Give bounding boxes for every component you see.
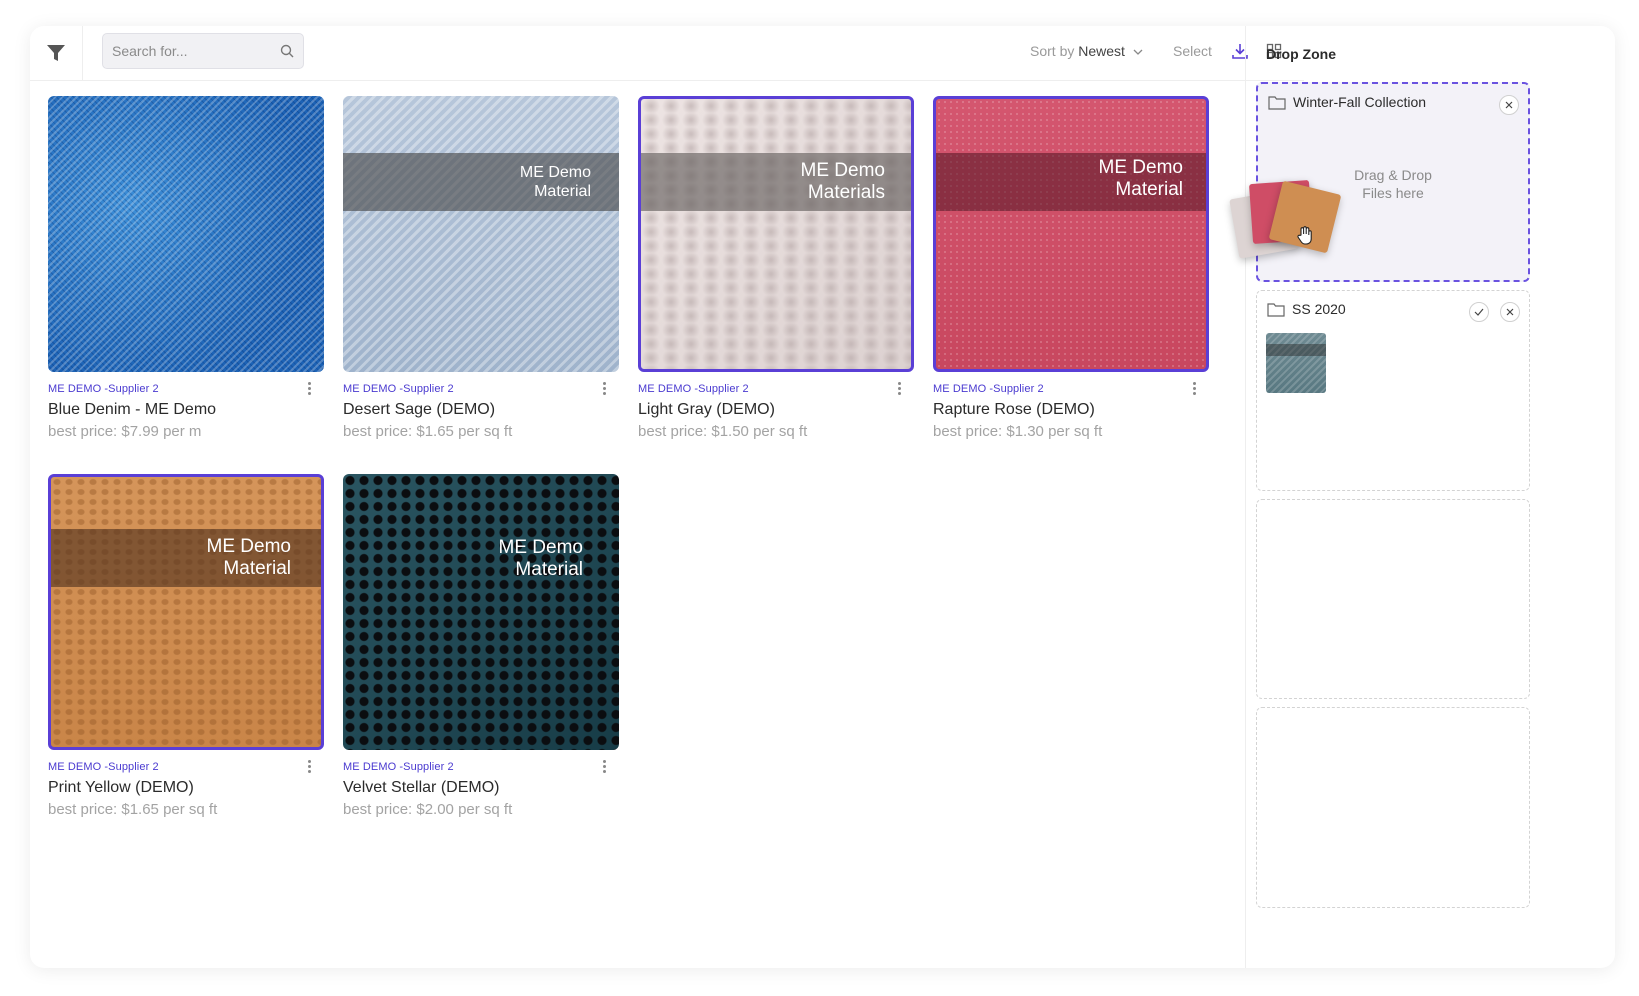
empty-drop-slot[interactable] [1256, 707, 1530, 908]
sort-value: Newest [1078, 43, 1125, 59]
empty-drop-slot[interactable] [1256, 499, 1530, 699]
folder-icon [1268, 95, 1286, 110]
product-price: best price: $1.30 per sq ft [933, 423, 1103, 440]
product-name[interactable]: Blue Denim - ME Demo [48, 401, 216, 419]
product-card[interactable]: ME Demo Material ME DEMO -Supplier 2 Velv… [343, 474, 619, 818]
search-input[interactable] [112, 34, 272, 68]
product-price: best price: $1.50 per sq ft [638, 423, 808, 440]
remove-collection-button[interactable] [1500, 302, 1520, 322]
watermark-text: ME Demo Material [1098, 157, 1183, 200]
supplier-label: ME DEMO -Supplier 2 [638, 383, 749, 395]
product-card[interactable]: ME Demo Materials ME DEMO -Supplier 2 Lig… [638, 96, 914, 440]
more-options-icon[interactable] [894, 382, 904, 396]
product-card[interactable]: ME DEMO -Supplier 2 Blue Denim - ME Demo… [48, 96, 324, 440]
more-options-icon[interactable] [599, 382, 609, 396]
collection-header: Winter-Fall Collection [1268, 94, 1426, 110]
close-icon [1506, 308, 1514, 316]
product-price: best price: $2.00 per sq ft [343, 801, 513, 818]
folder-icon [1267, 302, 1285, 317]
search-icon[interactable] [280, 44, 294, 58]
product-card[interactable]: ME Demo Material ME DEMO -Supplier 2 Prin… [48, 474, 324, 818]
sort-dropdown[interactable]: Sort by Newest [1030, 43, 1143, 59]
watermark-text: ME Demo Material [206, 536, 291, 579]
product-price: best price: $1.65 per sq ft [343, 423, 513, 440]
product-name[interactable]: Light Gray (DEMO) [638, 401, 775, 419]
product-name[interactable]: Velvet Stellar (DEMO) [343, 779, 499, 797]
collection-header: SS 2020 [1267, 301, 1346, 317]
collection-name: SS 2020 [1292, 301, 1346, 317]
select-button[interactable]: Select [1173, 43, 1212, 59]
more-options-icon[interactable] [304, 382, 314, 396]
watermark-text: ME Demo Material [519, 164, 591, 200]
collection-name: Winter-Fall Collection [1293, 94, 1427, 110]
drop-zone-panel: Drop Zone Winter-Fall Collection Drag & … [1229, 26, 1615, 968]
supplier-label: ME DEMO -Supplier 2 [48, 761, 159, 773]
product-card[interactable]: ME Demo Material ME DEMO -Supplier 2 Rapt… [933, 96, 1209, 440]
filter-button[interactable] [30, 26, 83, 80]
product-image[interactable]: ME Demo Material [343, 474, 619, 750]
product-name[interactable]: Print Yellow (DEMO) [48, 779, 194, 797]
toolbar: Sort by Newest Select [30, 26, 1304, 81]
supplier-label: ME DEMO -Supplier 2 [343, 383, 454, 395]
more-options-icon[interactable] [599, 760, 609, 774]
app-window: Sort by Newest Select ME DEMO -Supplier … [30, 26, 1615, 968]
supplier-label: ME DEMO -Supplier 2 [48, 383, 159, 395]
product-image-selected[interactable]: ME Demo Material [48, 474, 324, 750]
product-card[interactable]: ME Demo Material ME DEMO -Supplier 2 Dese… [343, 96, 619, 440]
product-name[interactable]: Rapture Rose (DEMO) [933, 401, 1095, 419]
watermark-text: ME Demo Materials [800, 160, 885, 203]
product-price: best price: $7.99 per m [48, 423, 202, 440]
product-name[interactable]: Desert Sage (DEMO) [343, 401, 495, 419]
product-image-selected[interactable]: ME Demo Material [933, 96, 1209, 372]
collection-item-thumbnail[interactable] [1266, 333, 1326, 393]
remove-collection-button[interactable] [1499, 95, 1519, 115]
grab-cursor-icon [1297, 226, 1312, 245]
drop-zone-title: Drop Zone [1266, 46, 1336, 62]
filter-icon [47, 45, 65, 61]
watermark-band [1266, 344, 1326, 356]
check-icon [1474, 308, 1484, 316]
product-image[interactable]: ME Demo Material [343, 96, 619, 372]
product-image[interactable] [48, 96, 324, 372]
more-options-icon[interactable] [1189, 382, 1199, 396]
product-image-selected[interactable]: ME Demo Materials [638, 96, 914, 372]
close-icon [1505, 101, 1513, 109]
watermark-text: ME Demo Material [498, 537, 583, 580]
product-price: best price: $1.65 per sq ft [48, 801, 218, 818]
sort-prefix: Sort by [1030, 43, 1075, 59]
search-box [102, 33, 304, 69]
collection-drop-target[interactable]: SS 2020 [1256, 290, 1530, 491]
chevron-down-icon [1133, 49, 1143, 55]
supplier-label: ME DEMO -Supplier 2 [933, 383, 1044, 395]
more-options-icon[interactable] [304, 760, 314, 774]
supplier-label: ME DEMO -Supplier 2 [343, 761, 454, 773]
confirm-collection-button[interactable] [1469, 302, 1489, 322]
